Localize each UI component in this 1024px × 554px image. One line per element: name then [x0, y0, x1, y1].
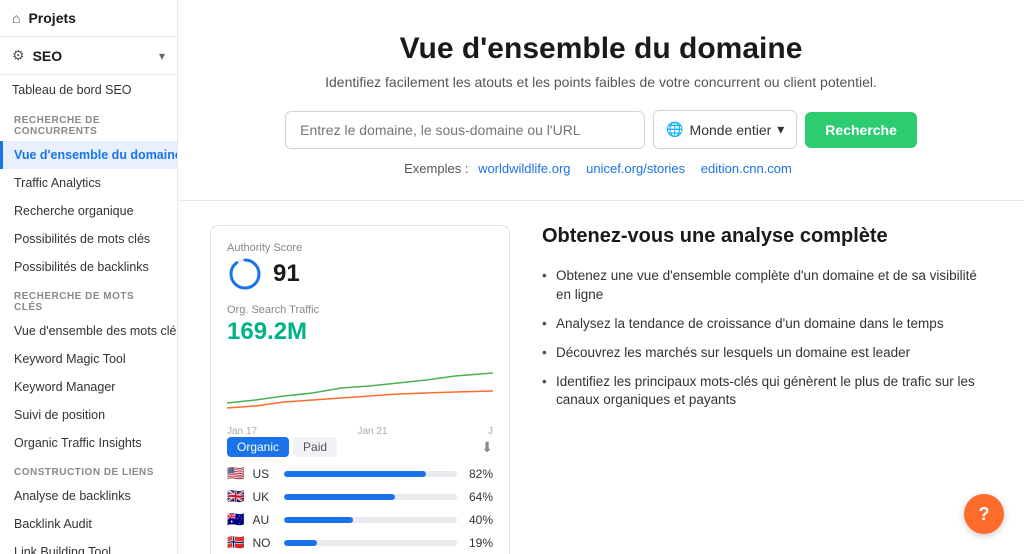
projects-label: Projets: [28, 10, 75, 26]
sidebar-item-suivi-position[interactable]: Suivi de position: [0, 401, 177, 429]
sidebar-item-analyse-backlinks[interactable]: Analyse de backlinks: [0, 482, 177, 510]
main-content: Vue d'ensemble du domaine Identifiez fac…: [178, 0, 1024, 554]
sidebar-item-backlink-audit[interactable]: Backlink Audit: [0, 510, 177, 538]
authority-score-metric: Authority Score 91: [227, 242, 493, 292]
chart-label-2: Jan 21: [358, 426, 388, 437]
country-row: 🇬🇧 UK 64%: [227, 488, 493, 505]
country-flag: 🇬🇧: [227, 488, 244, 505]
benefits-section: Obtenez-vous une analyse complète Obtene…: [542, 225, 992, 554]
sidebar-item-organic-traffic[interactable]: Organic Traffic Insights: [0, 429, 177, 457]
country-bar-bg: [284, 471, 457, 477]
tabs-row: Organic Paid ⬇: [227, 437, 493, 457]
chart-labels: Jan 17 Jan 21 J: [227, 426, 493, 437]
tab-organic[interactable]: Organic: [227, 437, 289, 457]
sidebar: ⌂ Projets ⚙ SEO ▾ Tableau de bord SEO RE…: [0, 0, 178, 554]
benefit-item: Découvrez les marchés sur lesquels un do…: [542, 339, 992, 368]
sidebar-item-possibilites-mots[interactable]: Possibilités de mots clés: [0, 225, 177, 253]
country-flag: 🇦🇺: [227, 511, 244, 528]
country-flag: 🇳🇴: [227, 534, 244, 551]
country-code: US: [252, 467, 276, 481]
country-flag: 🇺🇸: [227, 465, 244, 482]
country-code: NO: [252, 536, 276, 550]
examples-row: Exemples : worldwildlife.org unicef.org/…: [218, 161, 984, 176]
sidebar-item-keyword-manager[interactable]: Keyword Manager: [0, 373, 177, 401]
tableau-label: Tableau de bord SEO: [12, 83, 132, 97]
authority-label: Authority Score: [227, 242, 493, 254]
tab-paid[interactable]: Paid: [293, 437, 337, 457]
domain-widget: Authority Score 91 Org. Search Traffic 1…: [210, 225, 510, 554]
country-bar-fill: [284, 540, 317, 546]
seo-label: SEO: [33, 48, 63, 64]
country-row: 🇦🇺 AU 40%: [227, 511, 493, 528]
authority-value: 91: [273, 260, 300, 288]
traffic-chart: [227, 358, 493, 418]
benefit-item: Obtenez une vue d'ensemble complète d'un…: [542, 262, 992, 310]
sidebar-item-possibilites-backlinks[interactable]: Possibilités de backlinks: [0, 253, 177, 281]
search-button[interactable]: Recherche: [805, 112, 917, 148]
domain-input[interactable]: [285, 111, 645, 149]
section-construction-label: CONSTRUCTION DE LIENS: [0, 457, 177, 482]
search-bar: 🌐 Monde entier ▾ Recherche: [218, 110, 984, 149]
benefits-title: Obtenez-vous une analyse complète: [542, 225, 992, 248]
sidebar-item-recherche-organique[interactable]: Recherche organique: [0, 197, 177, 225]
region-dropdown[interactable]: 🌐 Monde entier ▾: [653, 110, 797, 149]
traffic-metric: Org. Search Traffic 169.2M: [227, 304, 493, 346]
download-icon[interactable]: ⬇: [481, 439, 493, 456]
example-link-3[interactable]: edition.cnn.com: [701, 161, 792, 176]
country-code: AU: [252, 513, 276, 527]
section-concurrents-label: RECHERCHE DE CONCURRENTS: [0, 105, 177, 141]
home-icon: ⌂: [12, 10, 20, 26]
country-bar-bg: [284, 494, 457, 500]
help-button[interactable]: ?: [964, 494, 1004, 534]
country-code: UK: [252, 490, 276, 504]
country-bar-fill: [284, 471, 426, 477]
sidebar-item-vue-ensemble-mots[interactable]: Vue d'ensemble des mots clés: [0, 317, 177, 345]
hero-section: Vue d'ensemble du domaine Identifiez fac…: [178, 0, 1024, 201]
sidebar-projects[interactable]: ⌂ Projets: [0, 0, 177, 37]
benefit-item: Identifiez les principaux mots-clés qui …: [542, 368, 992, 416]
traffic-value: 169.2M: [227, 318, 307, 345]
country-row: 🇺🇸 US 82%: [227, 465, 493, 482]
authority-circle-chart: [227, 256, 263, 292]
country-pct: 19%: [465, 536, 493, 550]
chevron-down-icon: ▾: [159, 49, 165, 63]
examples-label: Exemples :: [404, 161, 468, 176]
country-bar-bg: [284, 517, 457, 523]
sidebar-seo-row[interactable]: ⚙ SEO ▾: [0, 37, 177, 75]
benefits-list: Obtenez une vue d'ensemble complète d'un…: [542, 262, 992, 415]
benefit-item: Analysez la tendance de croissance d'un …: [542, 310, 992, 339]
sidebar-item-tableau[interactable]: Tableau de bord SEO: [0, 75, 177, 105]
seo-icon: ⚙: [12, 47, 25, 64]
content-area: Authority Score 91 Org. Search Traffic 1…: [178, 201, 1024, 554]
country-bar-fill: [284, 517, 353, 523]
country-list: 🇺🇸 US 82% 🇬🇧 UK 64% 🇦🇺 AU 40% 🇳🇴 NO 19%: [227, 465, 493, 551]
sidebar-item-keyword-magic[interactable]: Keyword Magic Tool: [0, 345, 177, 373]
page-title: Vue d'ensemble du domaine: [218, 32, 984, 66]
example-link-2[interactable]: unicef.org/stories: [586, 161, 685, 176]
hero-subtitle: Identifiez facilement les atouts et les …: [218, 74, 984, 90]
country-pct: 64%: [465, 490, 493, 504]
country-pct: 40%: [465, 513, 493, 527]
chart-label-1: Jan 17: [227, 426, 257, 437]
country-row: 🇳🇴 NO 19%: [227, 534, 493, 551]
globe-icon: 🌐: [666, 121, 683, 138]
chart-label-3: J: [488, 426, 493, 437]
section-mots-cles-label: RECHERCHE DE MOTS CLÉS: [0, 281, 177, 317]
chevron-down-icon: ▾: [777, 121, 784, 138]
traffic-label: Org. Search Traffic: [227, 304, 493, 316]
sidebar-item-vue-ensemble[interactable]: Vue d'ensemble du domaine: [0, 141, 177, 169]
dropdown-label: Monde entier: [690, 122, 772, 138]
country-bar-bg: [284, 540, 457, 546]
country-bar-fill: [284, 494, 394, 500]
example-link-1[interactable]: worldwildlife.org: [478, 161, 570, 176]
sidebar-item-traffic-analytics[interactable]: Traffic Analytics: [0, 169, 177, 197]
sidebar-item-link-building[interactable]: Link Building Tool: [0, 538, 177, 554]
country-pct: 82%: [465, 467, 493, 481]
